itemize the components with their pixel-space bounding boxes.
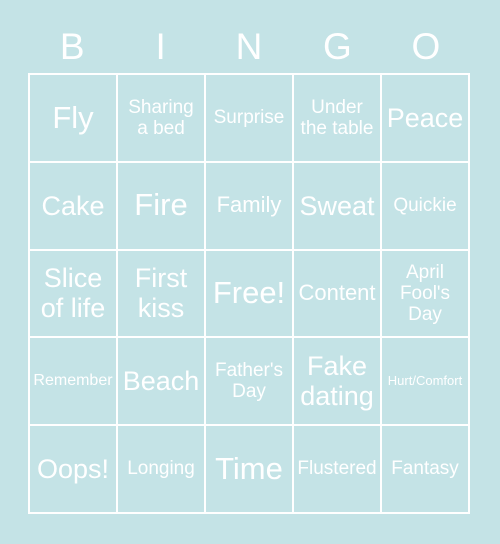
- bingo-cell[interactable]: Content: [294, 250, 380, 337]
- bingo-cell[interactable]: Surprise: [206, 75, 292, 161]
- bingo-cell[interactable]: April Fool's Day: [382, 250, 468, 337]
- bingo-cell[interactable]: Hurt/Comfort: [382, 338, 468, 425]
- bingo-cell[interactable]: Cake: [30, 162, 116, 249]
- bingo-cell[interactable]: Remember: [30, 338, 116, 425]
- bingo-header-letter-n: N: [235, 26, 263, 67]
- bingo-cell[interactable]: Oops!: [30, 426, 116, 512]
- bingo-header-letter-o: O: [411, 26, 441, 67]
- bingo-cell[interactable]: Time: [206, 426, 292, 512]
- bingo-cell[interactable]: Family: [206, 162, 292, 249]
- bingo-header-letter-i: I: [155, 26, 166, 67]
- bingo-cell[interactable]: Peace: [382, 75, 468, 161]
- bingo-cell[interactable]: Under the table: [294, 75, 380, 161]
- bingo-card: B I N G O Fly Sharing a bed Surprise Und…: [0, 0, 500, 544]
- bingo-cell[interactable]: Fire: [118, 162, 204, 249]
- bingo-cell-free-space[interactable]: Free!: [206, 250, 292, 337]
- bingo-grid: Fly Sharing a bed Surprise Under the tab…: [28, 73, 470, 514]
- bingo-cell[interactable]: First kiss: [118, 250, 204, 337]
- bingo-cell[interactable]: Flustered: [294, 426, 380, 512]
- bingo-header-letter-b: B: [59, 26, 85, 67]
- bingo-header: B I N G O: [28, 20, 470, 73]
- bingo-cell[interactable]: Sharing a bed: [118, 75, 204, 161]
- bingo-cell[interactable]: Longing: [118, 426, 204, 512]
- bingo-cell[interactable]: Quickie: [382, 162, 468, 249]
- bingo-cell[interactable]: Father's Day: [206, 338, 292, 425]
- bingo-cell[interactable]: Fly: [30, 75, 116, 161]
- bingo-cell[interactable]: Fantasy: [382, 426, 468, 512]
- bingo-cell[interactable]: Fake dating: [294, 338, 380, 425]
- bingo-header-letter-g: G: [323, 26, 352, 67]
- bingo-cell[interactable]: Slice of life: [30, 250, 116, 337]
- bingo-cell[interactable]: Beach: [118, 338, 204, 425]
- bingo-cell[interactable]: Sweat: [294, 162, 380, 249]
